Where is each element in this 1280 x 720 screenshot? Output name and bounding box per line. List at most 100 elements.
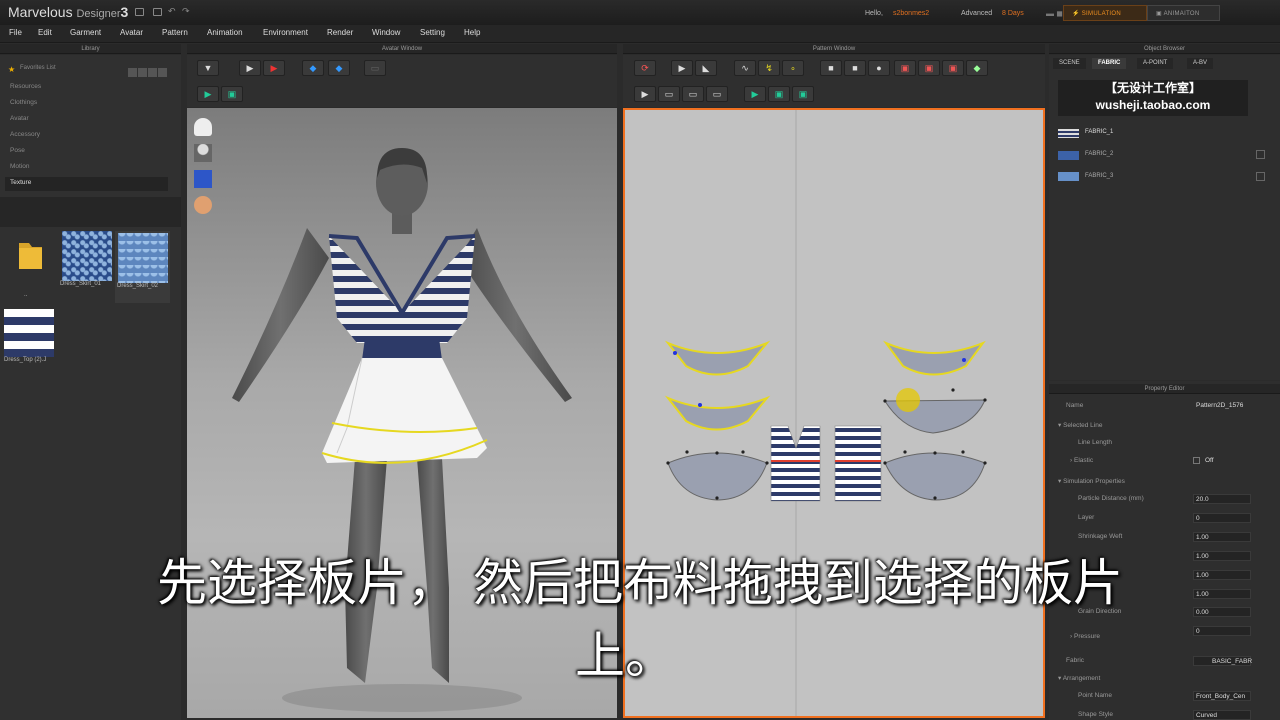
fabric-item-3[interactable]: FABRIC_3 xyxy=(1085,173,1113,179)
fabric-item-2[interactable]: FABRIC_2 xyxy=(1085,151,1113,157)
curve-point-icon[interactable]: ∘ xyxy=(782,60,804,76)
internal-circle-icon[interactable]: ▣ xyxy=(942,60,964,76)
simulation-properties-section[interactable]: ▾ Simulation Properties xyxy=(1058,477,1125,485)
fabric-1-swatch xyxy=(1058,129,1079,138)
library-item-pose[interactable]: Pose xyxy=(10,147,25,154)
edit-pattern-icon[interactable]: ◣ xyxy=(695,60,717,76)
fabric-item-1[interactable]: FABRIC_1 xyxy=(1085,129,1113,135)
shrinkage-weft-label: Shrinkage Weft xyxy=(1078,533,1123,540)
add-point-icon[interactable]: ↯ xyxy=(758,60,780,76)
library-file-parent[interactable]: .. xyxy=(4,231,56,303)
pattern-arrange-icon[interactable]: ▶ xyxy=(744,86,766,102)
fabric-2-swatch xyxy=(1058,151,1079,160)
menu-animation[interactable]: Animation xyxy=(207,28,243,37)
name-value[interactable]: Pattern2D_1576 xyxy=(1196,402,1243,409)
library-header: Library xyxy=(0,44,181,54)
dart-icon[interactable]: ◆ xyxy=(966,60,988,76)
menu-bar: File Edit Garment Avatar Pattern Animati… xyxy=(0,25,1280,43)
selected-line-section[interactable]: ▾ Selected Line xyxy=(1058,421,1102,429)
fabric-thumbnail xyxy=(62,231,112,281)
watermark: 【无设计工作室】 wusheji.taobao.com xyxy=(1058,80,1248,116)
edit-sewing-icon[interactable]: ▭ xyxy=(682,86,704,102)
segment-sewing-icon[interactable]: ▶ xyxy=(634,86,656,102)
pattern-fold-icon[interactable]: ▣ xyxy=(792,86,814,102)
user-name[interactable]: s2bonmes2 xyxy=(893,10,929,17)
shirt-icon[interactable]: ◆ xyxy=(302,60,324,76)
line-length-label: Line Length xyxy=(1078,439,1112,446)
menu-window[interactable]: Window xyxy=(372,28,400,37)
shape-style-select[interactable]: Curved xyxy=(1193,710,1251,720)
library-file-dress-skirt-01[interactable]: Dress_Skirt_01 xyxy=(60,231,112,303)
window-controls-icon[interactable]: ▬ ◼ xyxy=(1046,9,1063,18)
hello-label: Hello, xyxy=(865,10,883,17)
transform-pattern-icon[interactable]: ▶ xyxy=(671,60,693,76)
measure-icon[interactable]: ▭ xyxy=(364,60,386,76)
object-browser-header: Object Browser xyxy=(1049,44,1280,54)
menu-file[interactable]: File xyxy=(9,28,22,37)
arrangement-icon[interactable]: ▶ xyxy=(197,86,219,102)
pattern-window-header: Pattern Window xyxy=(623,44,1045,54)
elastic-value: Off xyxy=(1205,457,1214,464)
circle-icon[interactable]: ● xyxy=(868,60,890,76)
library-item-accessory[interactable]: Accessory xyxy=(10,131,40,138)
elastic-checkbox[interactable] xyxy=(1193,457,1200,464)
library-file-dress-top[interactable]: Dress_Top (2).J xyxy=(4,309,64,377)
free-sewing-icon[interactable]: ▭ xyxy=(658,86,680,102)
property-editor-header: Property Editor xyxy=(1049,384,1280,394)
menu-garment[interactable]: Garment xyxy=(70,28,101,37)
fabric-3-swatch xyxy=(1058,172,1079,181)
license-mode: Advanced xyxy=(961,10,993,17)
polygon-icon[interactable]: ■ xyxy=(820,60,842,76)
tack-icon[interactable]: ▭ xyxy=(706,86,728,102)
tab-fabric[interactable]: FABRIC xyxy=(1092,58,1127,69)
tab-a-bv[interactable]: A-BV xyxy=(1187,58,1214,69)
menu-edit[interactable]: Edit xyxy=(38,28,52,37)
undo-icon[interactable]: ↶ xyxy=(168,6,176,17)
particle-distance-field[interactable]: 20.0 xyxy=(1193,494,1251,504)
favorites-list[interactable]: Favorites List xyxy=(20,65,56,71)
library-item-texture[interactable]: Texture xyxy=(10,179,31,186)
fabric-2-checkbox[interactable] xyxy=(1256,150,1265,159)
pin-icon[interactable]: ▶ xyxy=(263,60,285,76)
tab-a-point[interactable]: A-POINT xyxy=(1137,58,1174,69)
layer-field[interactable]: 0 xyxy=(1193,513,1251,523)
simulation-mode-button[interactable]: ⚡ SIMULATION xyxy=(1063,5,1147,21)
simulate-icon[interactable]: ⟳ xyxy=(634,60,656,76)
menu-environment[interactable]: Environment xyxy=(263,28,308,37)
arrangement-points-icon[interactable]: ▣ xyxy=(221,86,243,102)
library-item-avatar[interactable]: Avatar xyxy=(10,115,29,122)
save-icon[interactable] xyxy=(135,8,144,16)
redo-icon[interactable]: ↷ xyxy=(182,6,190,17)
cursor-highlight xyxy=(896,388,920,412)
menu-avatar[interactable]: Avatar xyxy=(120,28,143,37)
menu-pattern[interactable]: Pattern xyxy=(162,28,188,37)
point-name-field[interactable]: Front_Body_Cen xyxy=(1193,691,1251,701)
animation-mode-button[interactable]: ▣ ANIMAITON xyxy=(1147,5,1220,21)
pattern-points-icon[interactable]: ▣ xyxy=(768,86,790,102)
fabric-3-checkbox[interactable] xyxy=(1256,172,1265,181)
rectangle-icon[interactable]: ■ xyxy=(844,60,866,76)
library-view-icons[interactable] xyxy=(128,64,172,77)
internal-polygon-icon[interactable]: ▣ xyxy=(894,60,916,76)
star-icon: ★ xyxy=(8,65,16,74)
library-file-dress-skirt-02[interactable]: Dress_Skirt_02 xyxy=(115,231,170,303)
subtitle-line-2: 上。 xyxy=(575,627,675,685)
library-item-clothings[interactable]: Clothings xyxy=(10,99,37,106)
select-mesh-icon[interactable]: ▶ xyxy=(239,60,261,76)
stripe-thumbnail xyxy=(4,309,54,357)
menu-help[interactable]: Help xyxy=(464,28,480,37)
open-icon[interactable] xyxy=(153,8,162,16)
layer-label: Layer xyxy=(1078,514,1095,521)
library-item-motion[interactable]: Motion xyxy=(10,163,30,170)
fold-icon[interactable]: ◆ xyxy=(328,60,350,76)
elastic-label: › Elastic xyxy=(1070,457,1094,464)
internal-rectangle-icon[interactable]: ▣ xyxy=(918,60,940,76)
shrinkage-weft-field[interactable]: 1.00 xyxy=(1193,532,1251,542)
tab-scene[interactable]: SCENE xyxy=(1053,58,1086,69)
app-title: Marvelous Designer3 xyxy=(8,4,129,20)
menu-setting[interactable]: Setting xyxy=(420,28,445,37)
menu-render[interactable]: Render xyxy=(327,28,353,37)
library-item-resources[interactable]: Resources xyxy=(10,83,41,90)
select-move-icon[interactable]: ▼ xyxy=(197,60,219,76)
edit-curvature-icon[interactable]: ∿ xyxy=(734,60,756,76)
